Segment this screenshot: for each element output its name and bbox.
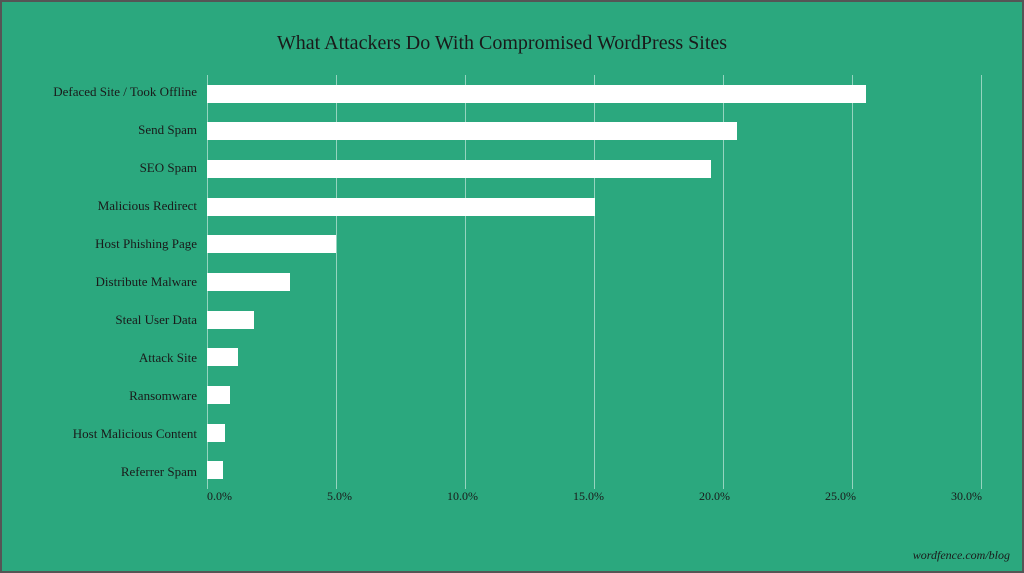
y-label: Malicious Redirect — [22, 189, 197, 223]
bar-row — [207, 451, 982, 489]
bar — [207, 122, 737, 140]
y-label: SEO Spam — [22, 151, 197, 185]
bar — [207, 160, 711, 178]
chart-body: Defaced Site / Took Offline Send Spam SEO … — [22, 75, 982, 511]
chart-title: What Attackers Do With Compromised WordP… — [22, 32, 982, 55]
attribution: wordfence.com/blog — [913, 548, 1010, 563]
bar-row — [207, 414, 982, 452]
bar — [207, 348, 238, 366]
y-label: Host Phishing Page — [22, 227, 197, 261]
bar-row — [207, 113, 982, 151]
y-label: Defaced Site / Took Offline — [22, 75, 197, 109]
bar-row — [207, 188, 982, 226]
bar — [207, 311, 254, 329]
bar — [207, 198, 595, 216]
bar — [207, 85, 866, 103]
bars-rows — [207, 75, 982, 511]
bar-row — [207, 376, 982, 414]
y-label: Referrer Spam — [22, 455, 197, 489]
y-label: Ransomware — [22, 379, 197, 413]
y-labels: Defaced Site / Took Offline Send Spam SEO … — [22, 75, 207, 511]
bar-row — [207, 150, 982, 188]
bar-row — [207, 226, 982, 264]
y-label: Attack Site — [22, 341, 197, 375]
y-label: Distribute Malware — [22, 265, 197, 299]
bar — [207, 386, 230, 404]
bar-row — [207, 301, 982, 339]
bar — [207, 235, 336, 253]
bar — [207, 273, 290, 291]
bar — [207, 424, 225, 442]
y-label: Send Spam — [22, 113, 197, 147]
chart-container: What Attackers Do With Compromised WordP… — [0, 0, 1024, 573]
y-label: Host Malicious Content — [22, 417, 197, 451]
bar-row — [207, 338, 982, 376]
bar-row — [207, 263, 982, 301]
bar — [207, 461, 223, 479]
y-label: Steal User Data — [22, 303, 197, 337]
bar-row — [207, 75, 982, 113]
bars-area: 0.0%5.0%10.0%15.0%20.0%25.0%30.0% — [207, 75, 982, 511]
